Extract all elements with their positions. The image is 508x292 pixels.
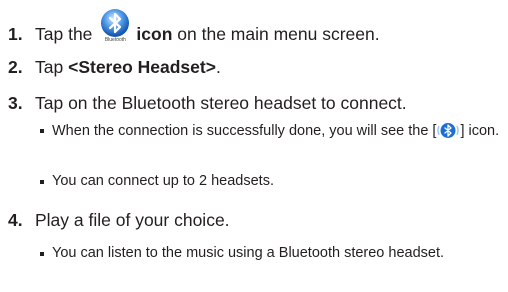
bullet xyxy=(40,129,44,133)
bluetooth-headset-connected-icon xyxy=(436,122,460,144)
note-text: When the connection is successfully done… xyxy=(52,123,437,139)
step-text: . xyxy=(215,57,221,77)
step-text: on the main menu screen. xyxy=(177,24,380,44)
note-text: You can connect up to 2 headsets. xyxy=(52,173,274,189)
step-4-note-1: You can listen to the music using a Blue… xyxy=(40,245,460,262)
step-text: Tap the xyxy=(35,24,93,44)
note-text: ] icon. xyxy=(460,123,500,139)
bullet xyxy=(40,180,44,184)
step-1: 1. Tap the Bluetooth icon on the main men… xyxy=(8,9,380,46)
step-text: Tap xyxy=(35,57,64,77)
bullet xyxy=(40,252,44,256)
bluetooth-icon-caption: Bluetooth xyxy=(104,37,126,43)
step-2: 2. Tap <Stereo Headset>. xyxy=(8,57,221,77)
step-text: Play a file of your choice. xyxy=(35,210,230,230)
step-4: 4. Play a file of your choice. xyxy=(8,210,230,230)
step-text: Tap on the Bluetooth stereo headset to c… xyxy=(35,93,407,113)
step-number: 1. xyxy=(8,24,23,44)
step-3: 3. Tap on the Bluetooth stereo headset to… xyxy=(8,93,407,113)
step-3-note-1: When the connection is successfully done… xyxy=(40,122,500,144)
step-number: 2. xyxy=(8,57,23,77)
step-bold-text: icon xyxy=(136,24,173,44)
step-number: 3. xyxy=(8,93,23,113)
step-3-note-2: You can connect up to 2 headsets. xyxy=(40,173,500,190)
step-bold-text: <Stereo Headset> xyxy=(68,57,216,77)
step-number: 4. xyxy=(8,210,23,230)
bluetooth-icon: Bluetooth xyxy=(98,9,132,46)
note-text: You can listen to the music using a Blue… xyxy=(52,245,445,261)
